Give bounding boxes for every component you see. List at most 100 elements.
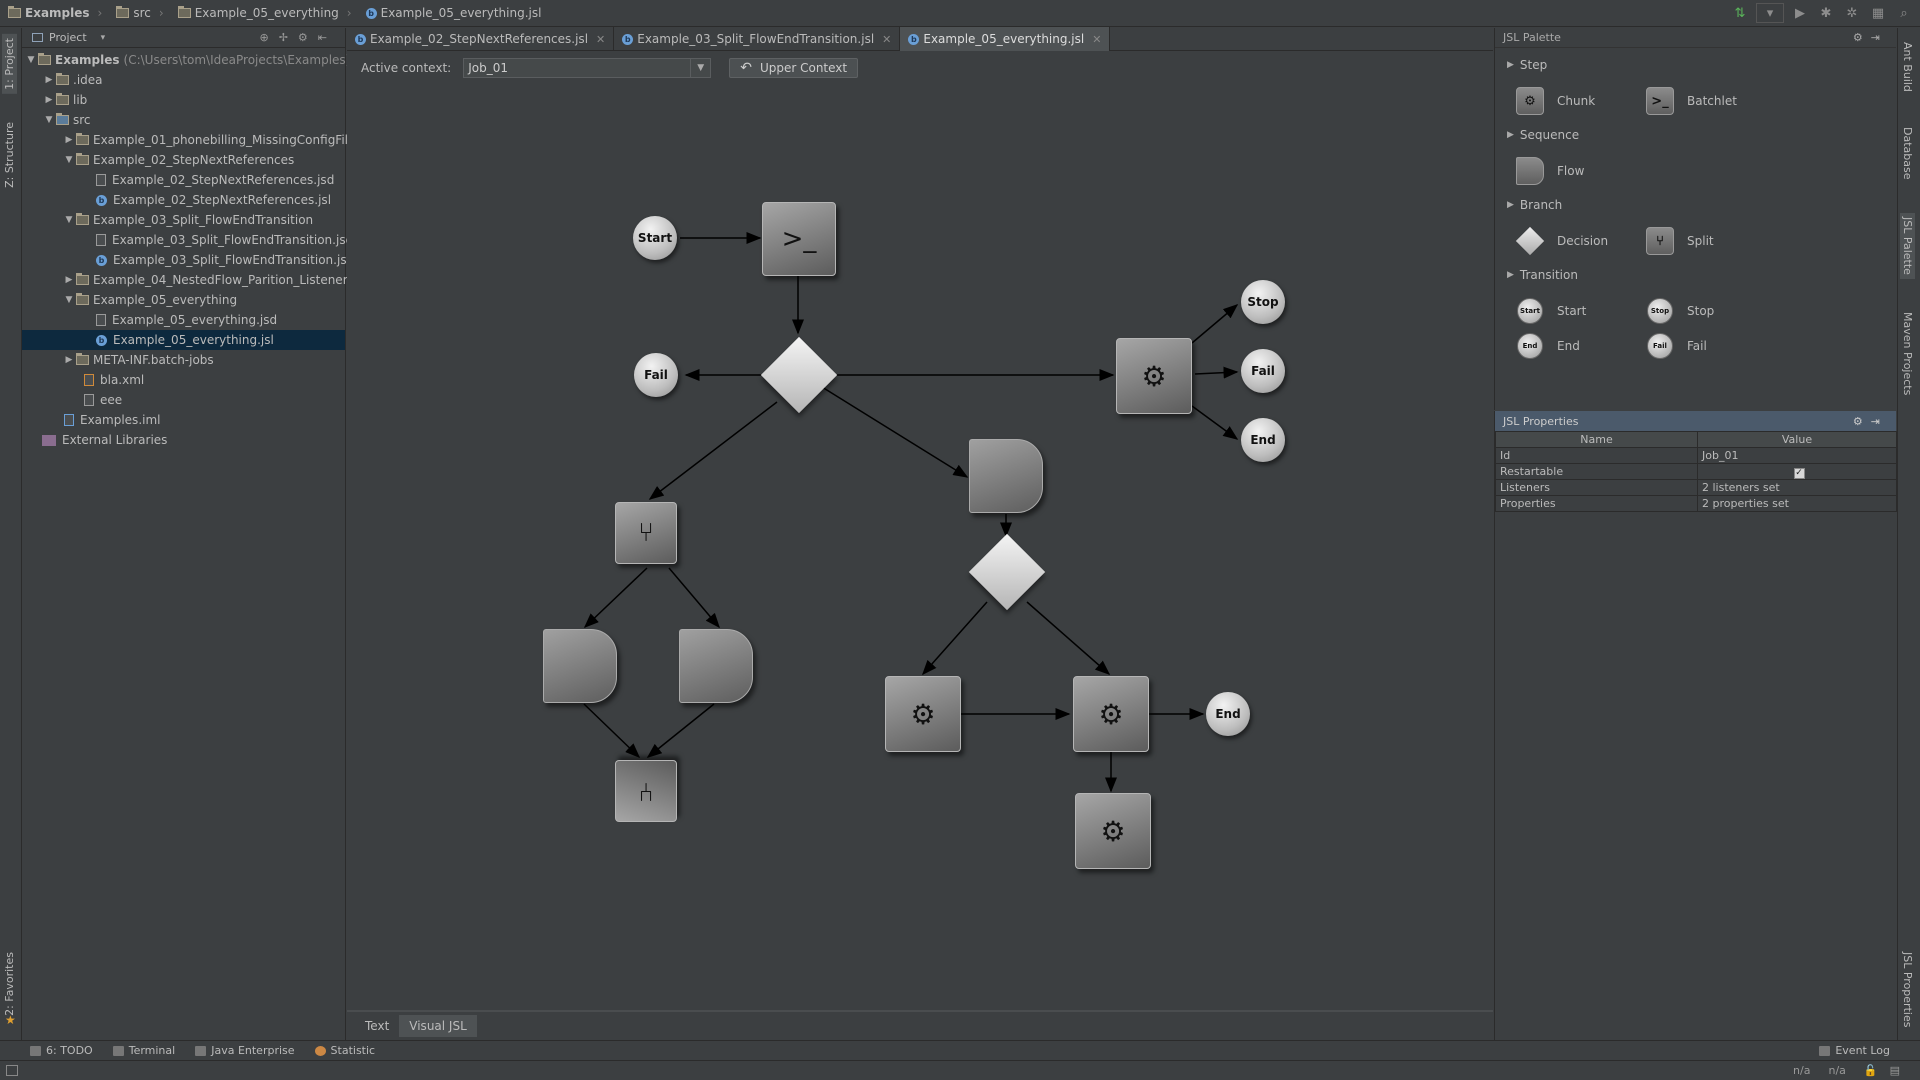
palette-item-decision[interactable]: Decision bbox=[1515, 226, 1608, 256]
palette-item-chunk[interactable]: ⚙ Chunk bbox=[1515, 86, 1595, 116]
tree-item-example-02-jsd[interactable]: Example_02_StepNextReferences.jsd bbox=[96, 170, 334, 190]
palette-item-start[interactable]: Start Start bbox=[1515, 296, 1586, 326]
project-view-selector[interactable]: Project bbox=[49, 31, 87, 44]
palette-item-split[interactable]: ⑂ Split bbox=[1645, 226, 1714, 256]
project-structure-icon[interactable]: ▦ bbox=[1868, 3, 1888, 23]
property-row[interactable]: Id Job_01 bbox=[1495, 447, 1897, 464]
tab-text[interactable]: Text bbox=[355, 1015, 399, 1037]
tab-maven-projects[interactable]: Maven Projects bbox=[1900, 308, 1915, 399]
expand-right-icon[interactable]: ▶ bbox=[62, 135, 76, 145]
tree-item-example-04[interactable]: ▶ Example_04_NestedFlow_Parition_Listener… bbox=[62, 270, 354, 290]
tree-item-examples-iml[interactable]: Examples.iml bbox=[64, 410, 160, 430]
expand-down-icon[interactable]: ▼ bbox=[62, 215, 76, 225]
terminal-button[interactable]: Terminal bbox=[112, 1044, 175, 1057]
close-icon[interactable]: ✕ bbox=[882, 33, 891, 46]
toggle-tool-windows-icon[interactable] bbox=[6, 1065, 18, 1076]
chevron-down-icon[interactable]: ▾ bbox=[101, 33, 106, 43]
tab-example-02[interactable]: b Example_02_StepNextReferences.jsl ✕ bbox=[347, 27, 615, 51]
palette-item-batchlet[interactable]: >_ Batchlet bbox=[1645, 86, 1737, 116]
tab-example-05[interactable]: b Example_05_everything.jsl ✕ bbox=[900, 27, 1111, 51]
build-icon[interactable]: ⇅ bbox=[1730, 3, 1750, 23]
tree-item-lib[interactable]: ▶ lib bbox=[42, 90, 87, 110]
tab-example-03[interactable]: b Example_03_Split_FlowEndTransition.jsl ✕ bbox=[614, 27, 901, 51]
active-context-select[interactable]: Job_01 ▼ bbox=[463, 58, 712, 78]
batchlet-node[interactable]: >_ bbox=[762, 202, 836, 276]
visual-jsl-canvas[interactable]: Start >_ Fail ⚙ Stop Fail End ⑂ ⑂ ⚙ ⚙ En… bbox=[347, 84, 1493, 1009]
stop-node[interactable]: Stop bbox=[1241, 280, 1285, 324]
tree-item-meta-inf[interactable]: ▶ META-INF.batch-jobs bbox=[62, 350, 214, 370]
expand-down-icon[interactable]: ▼ bbox=[62, 295, 76, 305]
tab-ant-build[interactable]: Ant Build bbox=[1900, 38, 1915, 96]
tree-item-bla-xml[interactable]: bla.xml bbox=[84, 370, 144, 390]
expand-right-icon[interactable]: ▶ bbox=[62, 275, 76, 285]
tree-item-example-02[interactable]: ▼ Example_02_StepNextReferences bbox=[62, 150, 294, 170]
debug-icon[interactable]: ✱ bbox=[1816, 3, 1836, 23]
flow-node-left[interactable] bbox=[543, 629, 617, 703]
tab-structure[interactable]: Z: Structure bbox=[2, 118, 17, 192]
tree-item-example-05-jsd[interactable]: Example_05_everything.jsd bbox=[96, 310, 277, 330]
tab-favorites[interactable]: 2: Favorites bbox=[2, 948, 17, 1020]
chunk-node-1[interactable]: ⚙ bbox=[1116, 338, 1192, 414]
restartable-checkbox[interactable]: ✓ bbox=[1793, 467, 1805, 479]
fail-node-2[interactable]: Fail bbox=[1241, 349, 1285, 393]
palette-item-end[interactable]: End End bbox=[1515, 331, 1580, 361]
palette-item-fail[interactable]: Fail Fail bbox=[1645, 331, 1707, 361]
panel-settings-icons[interactable]: ⚙⇥ bbox=[1853, 31, 1888, 44]
flow-node-1[interactable] bbox=[969, 439, 1043, 513]
expand-down-icon[interactable]: ▼ bbox=[42, 115, 56, 125]
statistic-button[interactable]: Statistic bbox=[314, 1044, 375, 1057]
event-log-button[interactable]: Event Log bbox=[1819, 1044, 1890, 1057]
palette-item-stop[interactable]: Stop Stop bbox=[1645, 296, 1714, 326]
tab-jsl-palette[interactable]: JSL Palette bbox=[1900, 213, 1915, 279]
lock-icon[interactable]: 🔓 bbox=[1864, 1064, 1878, 1077]
tab-database[interactable]: Database bbox=[1900, 123, 1915, 184]
tab-project[interactable]: 1: Project bbox=[2, 34, 17, 94]
start-node[interactable]: Start bbox=[633, 216, 677, 260]
tree-item-example-03-jsl[interactable]: b Example_03_Split_FlowEndTransition.jsl bbox=[96, 250, 350, 270]
join-node[interactable]: ⑂ bbox=[615, 760, 677, 822]
section-step[interactable]: ▶ Step bbox=[1507, 58, 1547, 72]
chunk-node-3[interactable]: ⚙ bbox=[1073, 676, 1149, 752]
expand-down-icon[interactable]: ▼ bbox=[62, 155, 76, 165]
run-icon[interactable]: ▶ bbox=[1790, 3, 1810, 23]
property-row[interactable]: Listeners 2 listeners set bbox=[1495, 479, 1897, 496]
property-row[interactable]: Properties 2 properties set bbox=[1495, 495, 1897, 512]
project-toolbar-icons[interactable]: ⊕✢⚙⇤ bbox=[259, 31, 337, 44]
end-node-2[interactable]: End bbox=[1206, 692, 1250, 736]
section-sequence[interactable]: ▶ Sequence bbox=[1507, 128, 1579, 142]
tree-item-src[interactable]: ▼ src bbox=[42, 110, 91, 130]
search-icon[interactable]: ⌕ bbox=[1894, 3, 1914, 23]
tree-item-external-libraries[interactable]: External Libraries bbox=[42, 430, 167, 450]
tree-item-example-02-jsl[interactable]: b Example_02_StepNextReferences.jsl bbox=[96, 190, 331, 210]
expand-right-icon[interactable]: ▶ bbox=[42, 95, 56, 105]
java-enterprise-button[interactable]: Java Enterprise bbox=[195, 1044, 295, 1057]
expand-right-icon[interactable]: ▶ bbox=[42, 75, 56, 85]
chunk-node-4[interactable]: ⚙ bbox=[1075, 793, 1151, 869]
close-icon[interactable]: ✕ bbox=[596, 33, 605, 46]
end-node-1[interactable]: End bbox=[1241, 418, 1285, 462]
coverage-icon[interactable]: ✲ bbox=[1842, 3, 1862, 23]
breadcrumb-src[interactable]: src › bbox=[116, 6, 164, 20]
run-config-dropdown[interactable]: ▾ bbox=[1756, 3, 1784, 23]
section-branch[interactable]: ▶ Branch bbox=[1507, 198, 1562, 212]
close-icon[interactable]: ✕ bbox=[1092, 33, 1101, 46]
tree-item-example-01[interactable]: ▶ Example_01_phonebilling_MissingConfigFi… bbox=[62, 130, 355, 150]
fail-node-1[interactable]: Fail bbox=[634, 353, 678, 397]
tree-item-idea[interactable]: ▶ .idea bbox=[42, 70, 103, 90]
breadcrumb-example-05[interactable]: Example_05_everything › bbox=[177, 6, 352, 20]
tree-item-example-05[interactable]: ▼ Example_05_everything bbox=[62, 290, 237, 310]
todo-button[interactable]: 6: TODO bbox=[30, 1044, 93, 1057]
palette-item-flow[interactable]: Flow bbox=[1515, 156, 1584, 186]
tab-jsl-properties[interactable]: JSL Properties bbox=[1900, 948, 1915, 1031]
tree-item-example-03[interactable]: ▼ Example_03_Split_FlowEndTransition bbox=[62, 210, 313, 230]
tree-item-example-03-jsd[interactable]: Example_03_Split_FlowEndTransition.jsd bbox=[96, 230, 353, 250]
flow-node-right[interactable] bbox=[679, 629, 753, 703]
expand-right-icon[interactable]: ▶ bbox=[62, 355, 76, 365]
tab-visual-jsl[interactable]: Visual JSL bbox=[399, 1015, 477, 1037]
expand-down-icon[interactable]: ▼ bbox=[24, 55, 38, 65]
chevron-down-icon[interactable]: ▼ bbox=[690, 59, 710, 77]
breadcrumb-examples[interactable]: Examples › bbox=[8, 6, 102, 20]
breadcrumb-file[interactable]: b Example_05_everything.jsl bbox=[365, 6, 541, 20]
tree-item-examples[interactable]: ▼ Examples (C:\Users\tom\IdeaProjects\Exam… bbox=[24, 50, 350, 70]
split-node[interactable]: ⑂ bbox=[615, 502, 677, 564]
